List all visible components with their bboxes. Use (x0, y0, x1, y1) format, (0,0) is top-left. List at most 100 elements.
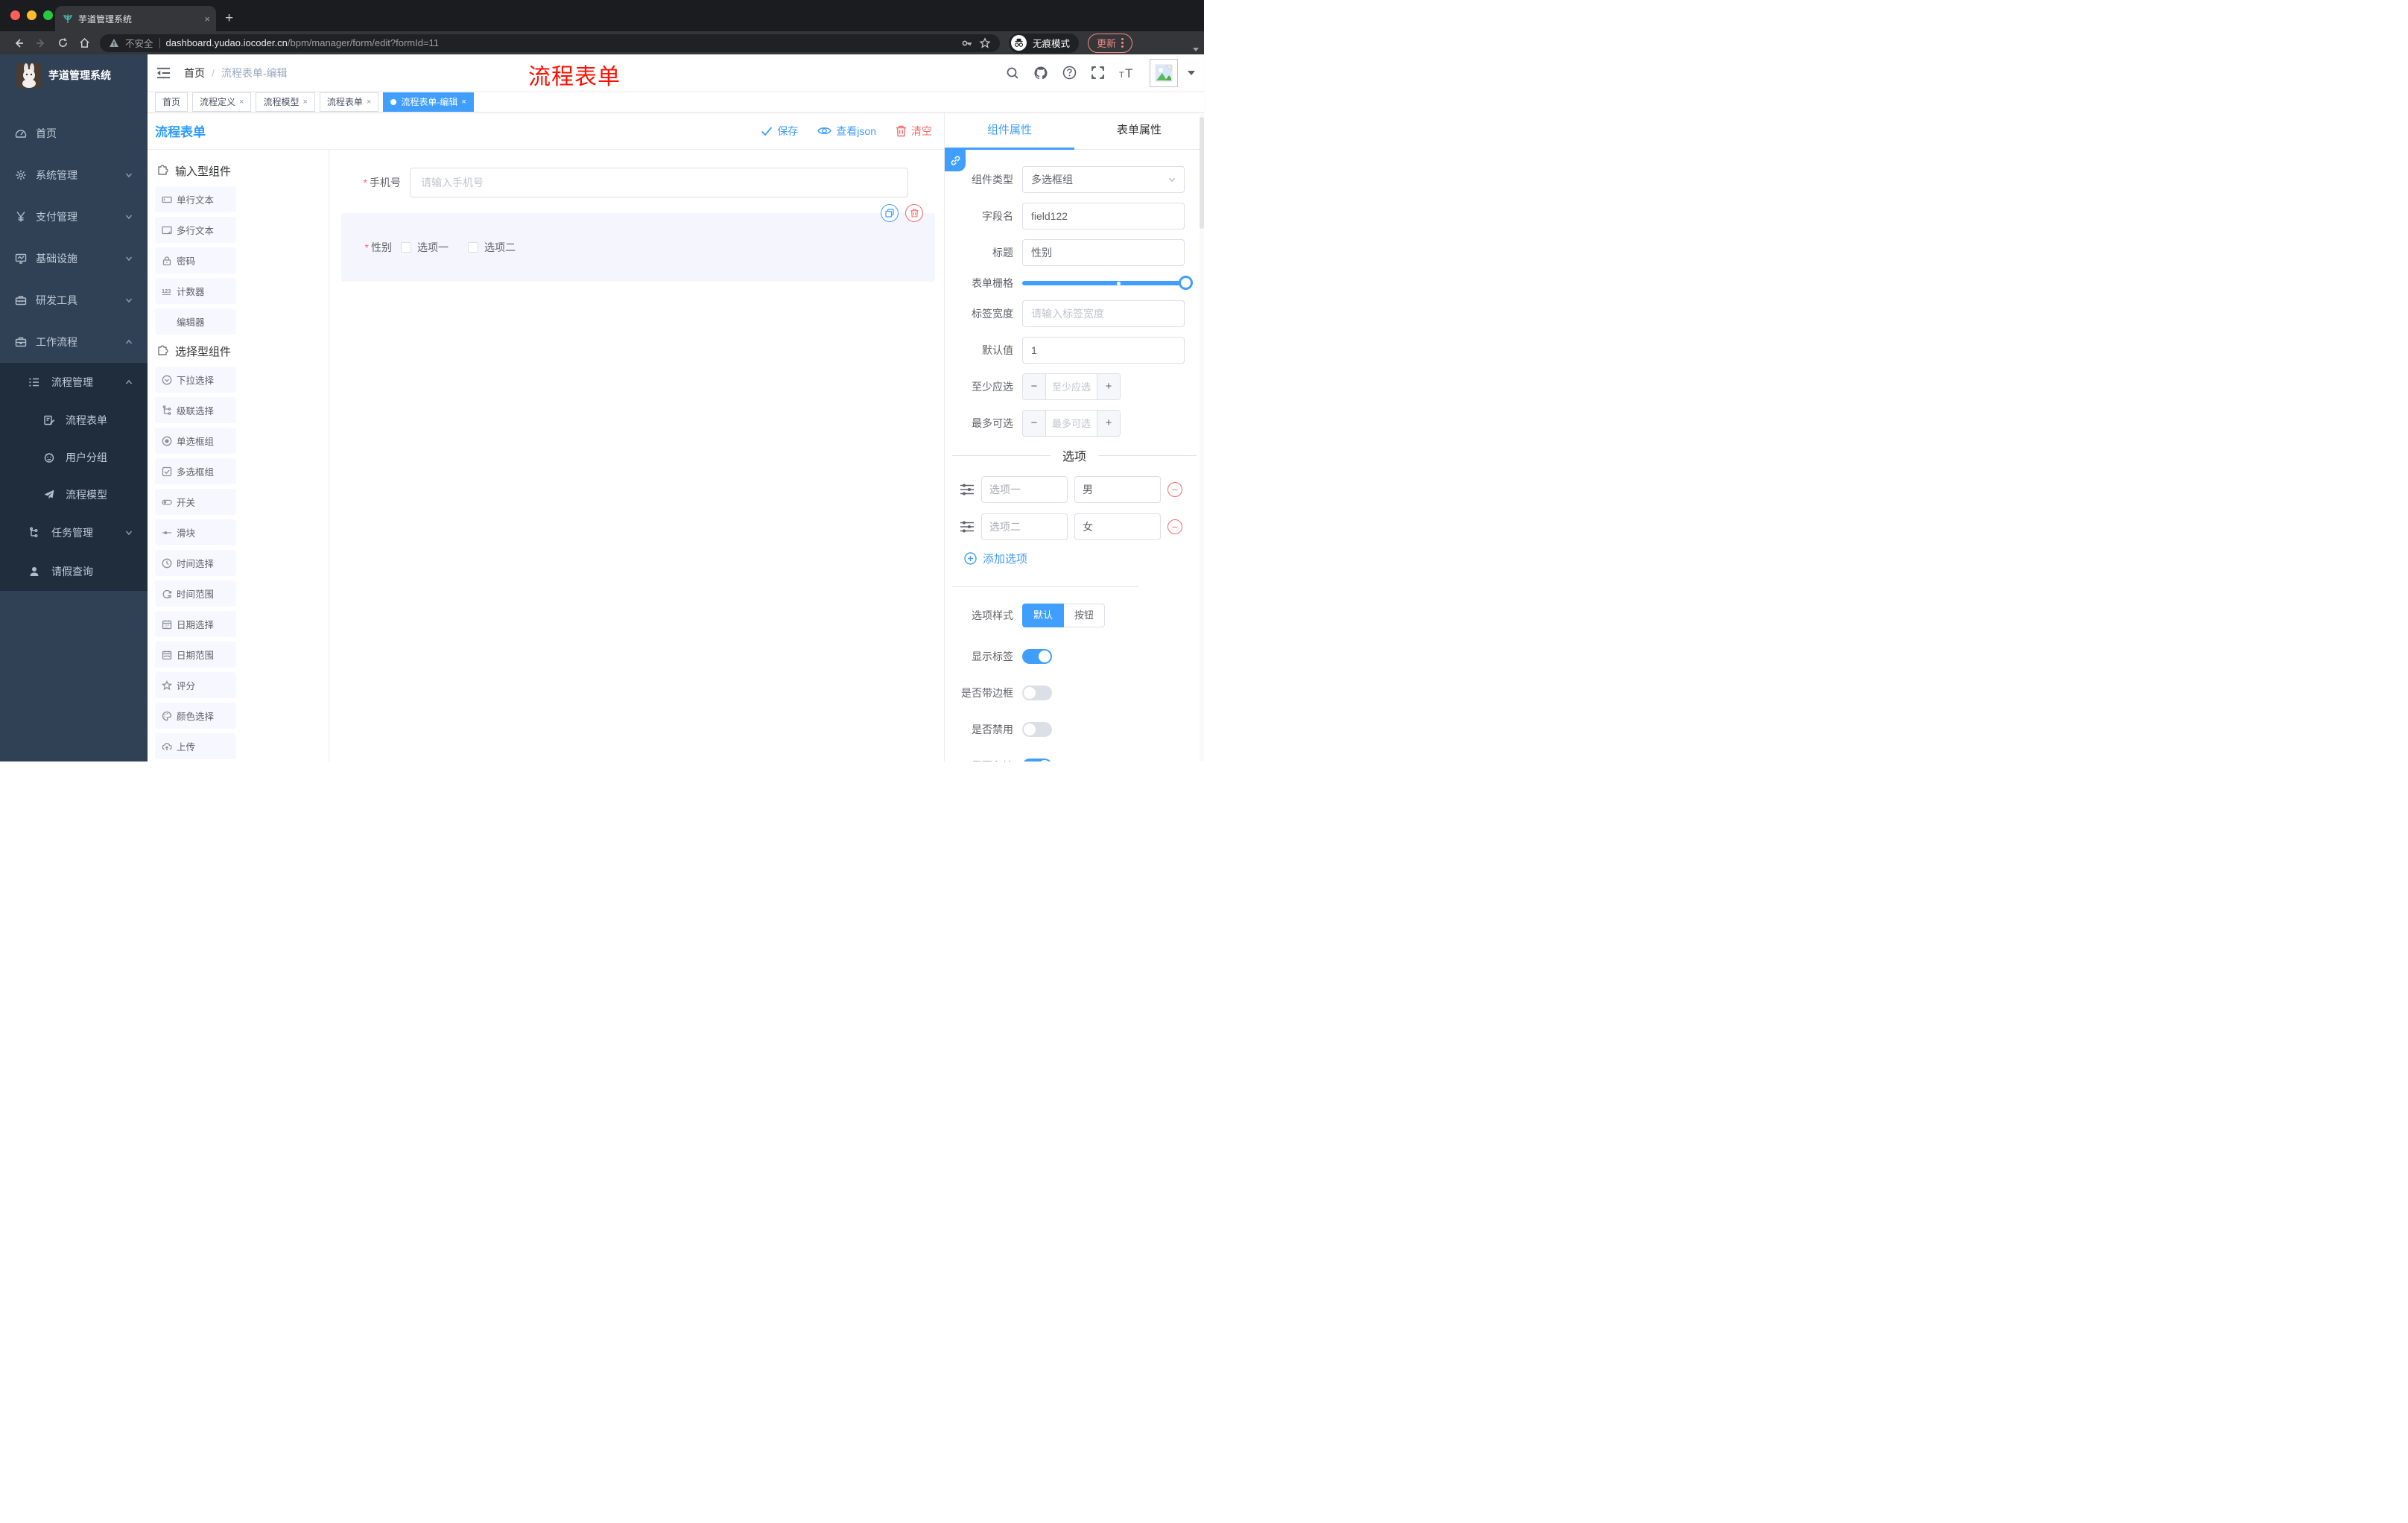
fullscreen-icon[interactable] (1091, 66, 1105, 80)
tag-process-form-edit[interactable]: 流程表单-编辑 × (383, 92, 474, 112)
tab-close-icon[interactable]: × (204, 14, 210, 24)
github-icon[interactable] (1033, 66, 1048, 80)
remove-option-button[interactable]: − (1167, 519, 1182, 534)
option-value-input[interactable] (1074, 513, 1161, 540)
sidebar-item-process-form[interactable]: 流程表单 (0, 402, 148, 439)
option-label-input[interactable] (981, 476, 1068, 503)
close-icon[interactable]: × (239, 98, 244, 107)
tag-process-model[interactable]: 流程模型 × (256, 92, 315, 112)
max-select-stepper[interactable]: − + (1022, 410, 1121, 437)
sidebar-item-leave-query[interactable]: 请假查询 (0, 552, 148, 591)
sidebar-item-devtools[interactable]: 研发工具 (0, 279, 148, 321)
minimize-window-button[interactable] (27, 10, 37, 20)
sidebar-item-payment[interactable]: 支付管理 (0, 196, 148, 238)
close-icon[interactable]: × (367, 98, 371, 107)
component-item-password[interactable]: 密码 (155, 247, 236, 273)
search-icon[interactable] (1006, 66, 1019, 80)
chevron-down-icon[interactable] (1193, 48, 1199, 51)
close-icon[interactable]: × (461, 98, 466, 107)
tag-home[interactable]: 首页 (155, 92, 188, 112)
forward-icon[interactable] (35, 37, 47, 49)
component-item-color[interactable]: 颜色选择 (155, 703, 236, 729)
component-type-select[interactable]: 多选框组 (1022, 166, 1185, 193)
scrollbar[interactable] (1200, 113, 1204, 762)
component-item-time-range[interactable]: 时间范围 (155, 580, 236, 607)
tag-process-form[interactable]: 流程表单 × (319, 92, 379, 112)
phone-input[interactable] (410, 168, 908, 197)
component-item-time[interactable]: 时间选择 (155, 550, 236, 576)
border-switch[interactable] (1022, 685, 1052, 700)
question-icon[interactable] (1062, 66, 1077, 80)
clear-button[interactable]: 清空 (896, 124, 932, 139)
form-grid-slider[interactable] (1022, 276, 1193, 290)
minus-button[interactable]: − (1023, 374, 1045, 399)
component-item-radio-group[interactable]: 单选框组 (155, 428, 236, 454)
component-item-cascader[interactable]: 级联选择 (155, 397, 236, 423)
min-select-stepper[interactable]: − + (1022, 373, 1121, 400)
component-item-slider[interactable]: 滑块 (155, 519, 236, 545)
option-value-input[interactable] (1074, 476, 1161, 503)
url-text[interactable]: dashboard.yudao.iocoder.cn/bpm/manager/f… (166, 37, 440, 48)
gender-option1-checkbox[interactable]: 选项一 (401, 240, 449, 255)
sidebar-item-task-mgmt[interactable]: 任务管理 (0, 513, 148, 552)
component-item-date-range[interactable]: 日期范围 (155, 642, 236, 668)
close-window-button[interactable] (10, 10, 20, 20)
disabled-switch[interactable] (1022, 722, 1052, 737)
canvas-field-gender-selected[interactable]: * 性别 选项一 选项二 (341, 204, 935, 282)
key-icon[interactable] (961, 37, 973, 49)
canvas-field-phone[interactable]: * 手机号 (341, 168, 935, 197)
breadcrumb-home[interactable]: 首页 (184, 66, 205, 80)
add-option-button[interactable]: 添加选项 (945, 551, 1204, 566)
slider-handle[interactable] (1179, 276, 1193, 290)
back-icon[interactable] (13, 37, 25, 49)
label-width-input[interactable] (1022, 300, 1185, 327)
link-handle[interactable] (945, 150, 966, 171)
field-name-input[interactable] (1022, 203, 1185, 229)
default-value-input[interactable] (1022, 337, 1185, 364)
chevron-down-icon[interactable] (1188, 70, 1195, 75)
tab-form-props[interactable]: 表单属性 (1074, 113, 1204, 149)
copy-component-button[interactable] (881, 204, 899, 222)
minus-button[interactable]: − (1023, 411, 1045, 436)
drag-handle-icon[interactable] (960, 520, 975, 533)
min-select-input[interactable] (1045, 374, 1097, 399)
component-item-select[interactable]: 下拉选择 (155, 367, 236, 393)
browser-tab[interactable]: 芋道管理系统 × (55, 6, 216, 31)
tab-component-props[interactable]: 组件属性 (945, 113, 1074, 149)
sidebar-item-process-mgmt[interactable]: 流程管理 (0, 363, 148, 402)
home-icon[interactable] (79, 37, 90, 48)
component-item-counter[interactable]: 123 计数器 (155, 278, 236, 304)
view-json-button[interactable]: 查看json (817, 124, 876, 139)
font-size-icon[interactable]: TT (1119, 66, 1135, 80)
component-item-multi-text[interactable]: 多行文本 (155, 217, 236, 243)
remove-option-button[interactable]: − (1167, 482, 1182, 497)
option-label-input[interactable] (981, 513, 1068, 540)
zoom-window-button[interactable] (43, 10, 53, 20)
tag-process-definition[interactable]: 流程定义 × (192, 92, 252, 112)
new-tab-button[interactable]: + (225, 10, 233, 27)
save-button[interactable]: 保存 (761, 124, 798, 139)
reload-icon[interactable] (57, 37, 69, 48)
delete-component-button[interactable] (905, 204, 923, 222)
hamburger-icon[interactable] (156, 66, 171, 80)
plus-button[interactable]: + (1097, 374, 1120, 399)
sidebar-item-process-model[interactable]: 流程模型 (0, 476, 148, 513)
address-bar[interactable]: 不安全 dashboard.yudao.iocoder.cn/bpm/manag… (100, 34, 1000, 52)
avatar[interactable] (1150, 58, 1178, 87)
drag-handle-icon[interactable] (960, 483, 975, 496)
window-controls[interactable] (10, 10, 53, 20)
component-item-date[interactable]: 日期选择 (155, 611, 236, 637)
max-select-input[interactable] (1045, 411, 1097, 436)
component-item-editor[interactable]: 编辑器 (155, 308, 236, 335)
gender-option2-checkbox[interactable]: 选项二 (468, 240, 516, 255)
sidebar-item-user-group[interactable]: 用户分组 (0, 439, 148, 476)
required-switch[interactable] (1022, 759, 1052, 762)
sidebar-item-system[interactable]: 系统管理 (0, 154, 148, 196)
sidebar-item-workflow[interactable]: 工作流程 (0, 321, 148, 363)
component-item-upload[interactable]: 上传 (155, 733, 236, 759)
show-label-switch[interactable] (1022, 649, 1052, 664)
plus-button[interactable]: + (1097, 411, 1120, 436)
sidebar-item-home[interactable]: 首页 (0, 113, 148, 154)
style-button-button[interactable]: 按钮 (1064, 604, 1106, 627)
close-icon[interactable]: × (302, 98, 307, 107)
